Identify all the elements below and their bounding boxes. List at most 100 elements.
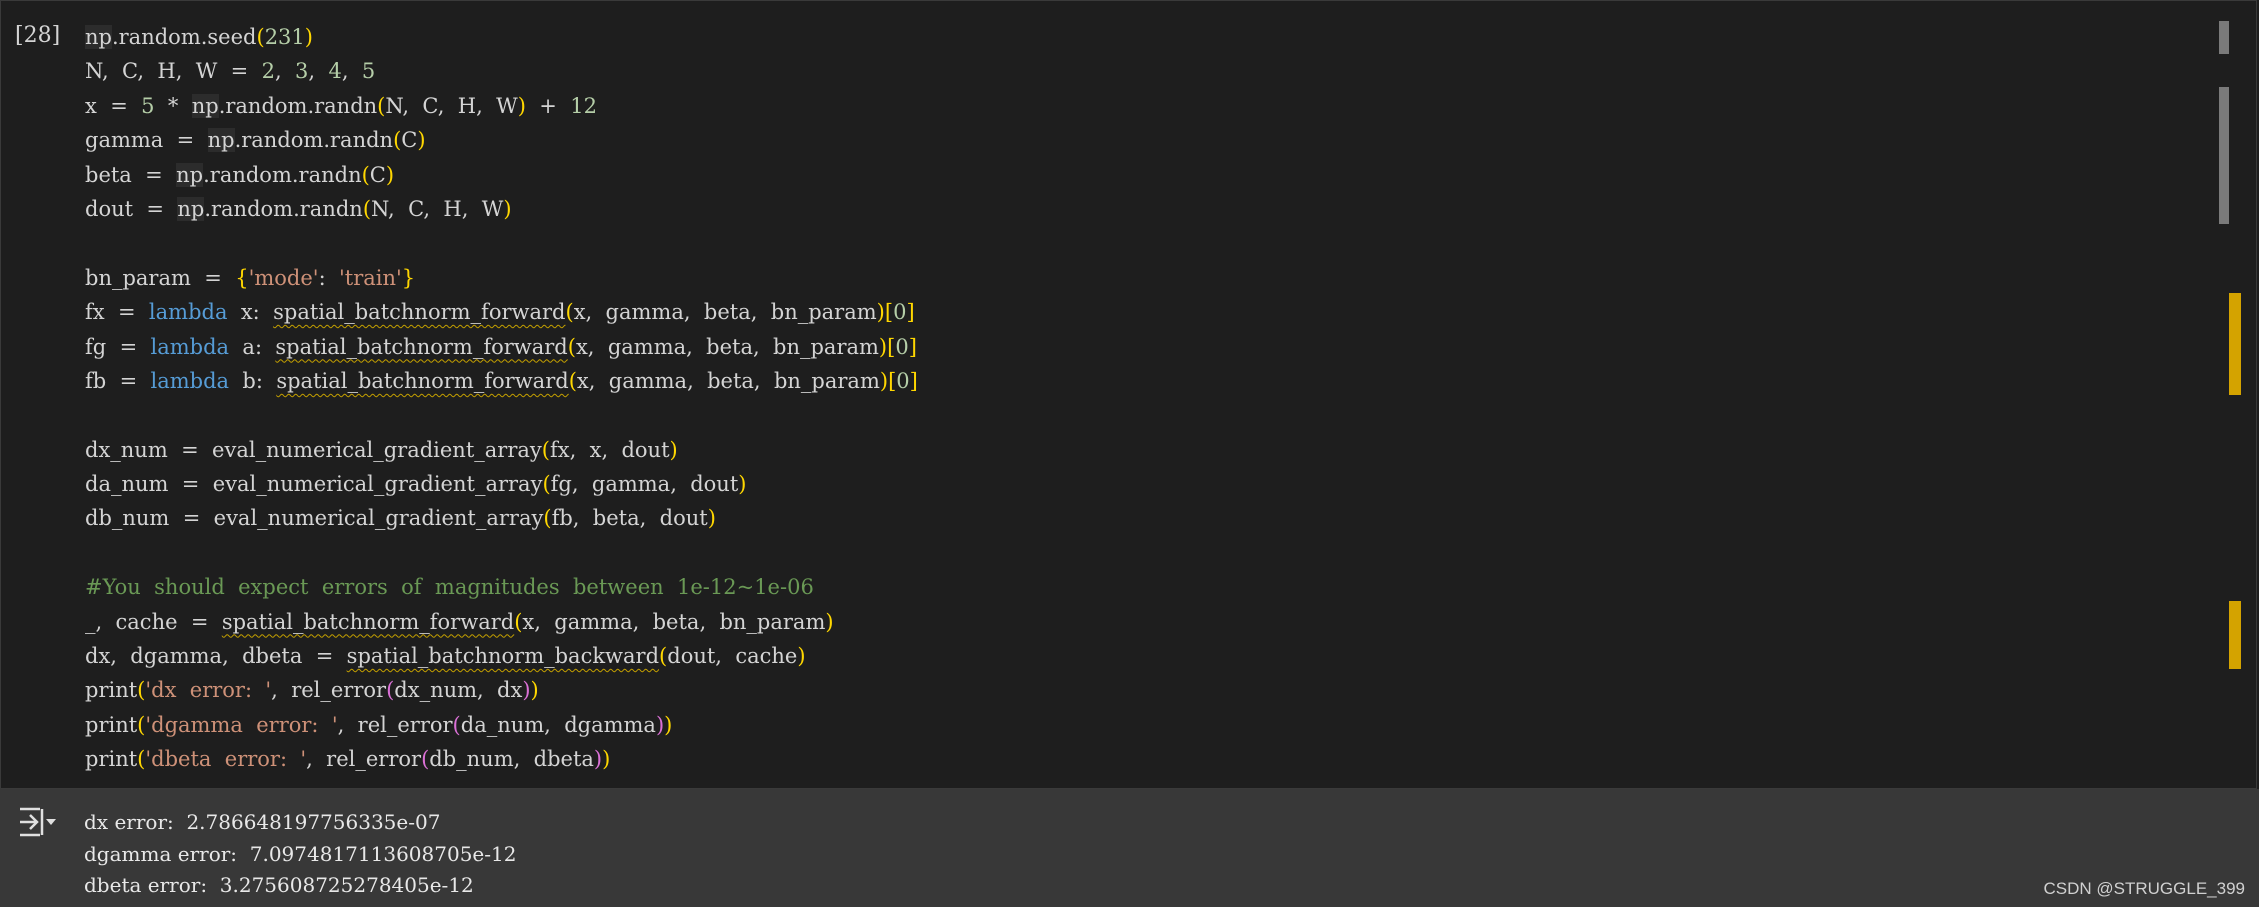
code-token: a: (229, 334, 276, 359)
code-token: fg = (85, 334, 151, 359)
code-token: x: (227, 300, 274, 325)
code-token: spatial_batchnorm_forward (273, 300, 566, 325)
code-token: fg, gamma, dout (550, 472, 739, 497)
code-token: ) (522, 678, 531, 703)
code-token: fb = (85, 368, 151, 393)
code-token: ( (567, 334, 576, 359)
code-token: .random.randn (218, 93, 378, 118)
code-line[interactable]: fx = lambda x: spatial_batchnorm_forward… (85, 295, 918, 329)
code-token: .random.randn (204, 196, 363, 221)
code-token: np (207, 128, 235, 153)
code-line[interactable]: print('dgamma error: ', rel_error(da_num… (85, 708, 918, 742)
code-line[interactable]: fg = lambda a: spatial_batchnorm_forward… (85, 330, 918, 364)
code-token: , (308, 59, 329, 84)
code-token: ( (568, 368, 577, 393)
output-area: dx error: 2.786648197756335e-07 dgamma er… (0, 789, 2259, 907)
code-token: dx_num = eval_numerical_gradient_array (85, 437, 542, 462)
code-editor[interactable]: np.random.seed(231) N, C, H, W = 2, 3, 4,… (85, 20, 918, 777)
code-token: ( (565, 300, 574, 325)
code-line[interactable]: gamma = np.random.randn(C) (85, 123, 918, 157)
code-line[interactable]: da_num = eval_numerical_gradient_array(f… (85, 467, 918, 501)
code-line[interactable]: print('dbeta error: ', rel_error(db_num,… (85, 742, 918, 776)
output-text: dx error: 2.786648197756335e-07 dgamma er… (84, 807, 516, 902)
code-token: 'dx error: ' (145, 678, 272, 703)
scrollbar-thumb-main[interactable] (2219, 87, 2229, 224)
code-token: 5 (361, 59, 376, 84)
code-token: print (85, 678, 138, 703)
code-line[interactable]: db_num = eval_numerical_gradient_array(f… (85, 501, 918, 535)
code-token: ( (362, 196, 372, 221)
code-token: N, C, H, W = (85, 59, 262, 84)
code-line[interactable]: _, cache = spatial_batchnorm_forward(x, … (85, 605, 918, 639)
warning-marker (2229, 601, 2241, 669)
code-token: 'mode' (248, 265, 319, 290)
output-line: dbeta error: 3.275608725278405e-12 (84, 873, 474, 897)
code-token: np (176, 162, 204, 187)
code-token: .random.randn (203, 162, 362, 187)
code-token: ( (543, 506, 552, 531)
code-token: np (191, 93, 219, 118)
code-token: ( (361, 162, 370, 187)
code-line[interactable]: beta = np.random.randn(C) (85, 158, 918, 192)
code-token: fx = (85, 300, 149, 325)
code-token: x, gamma, beta, bn_param (575, 334, 879, 359)
code-line[interactable]: dx, dgamma, dbeta = spatial_batchnorm_ba… (85, 639, 918, 673)
code-token: print (85, 712, 138, 737)
output-clear-icon[interactable] (18, 805, 58, 843)
code-token: ) (825, 609, 834, 634)
code-token: dx_num, dx (394, 678, 523, 703)
code-line[interactable] (85, 226, 918, 260)
scrollbar-thumb[interactable] (2219, 21, 2229, 54)
code-token: 3 (295, 59, 309, 84)
code-token: ) (602, 747, 611, 772)
code-token: da_num = eval_numerical_gradient_array (85, 472, 543, 497)
code-token: ) (707, 506, 716, 531)
code-token: x, gamma, beta, bn_param (522, 609, 826, 634)
code-token: ] (906, 300, 915, 325)
code-token: [ (884, 300, 894, 325)
code-token: , rel_error (306, 747, 422, 772)
output-line: dgamma error: 7.0974817113608705e-12 (84, 841, 517, 866)
code-line[interactable]: N, C, H, W = 2, 3, 4, 5 (85, 54, 918, 88)
code-token: ) (878, 334, 888, 359)
code-token: ( (452, 712, 461, 737)
code-token: x = (85, 93, 142, 118)
code-cell[interactable]: [28] np.random.seed(231) N, C, H, W = 2, … (0, 0, 2257, 789)
code-line[interactable]: fb = lambda b: spatial_batchnorm_forward… (85, 364, 918, 398)
code-token: C (369, 162, 386, 187)
code-line[interactable] (85, 536, 918, 570)
code-token: db_num, dbeta (429, 747, 594, 772)
code-token: ) (385, 162, 395, 187)
code-token: ) (879, 368, 889, 393)
code-token: lambda (148, 300, 228, 325)
code-token: ( (542, 472, 551, 497)
code-token: dx, dgamma, dbeta = (85, 644, 347, 669)
code-token: C (401, 128, 418, 153)
code-line[interactable] (85, 398, 918, 432)
code-token: ) (655, 712, 665, 737)
code-token: spatial_batchnorm_forward (275, 334, 568, 359)
code-token: ( (541, 437, 550, 462)
code-line[interactable]: dx_num = eval_numerical_gradient_array(f… (85, 433, 918, 467)
code-token: , rel_error (337, 712, 453, 737)
code-token: ) (797, 644, 806, 669)
code-line[interactable]: print('dx error: ', rel_error(dx_num, dx… (85, 673, 918, 707)
code-token: ( (256, 25, 265, 49)
code-line[interactable]: x = 5 * np.random.randn(N, C, H, W) + 12 (85, 89, 918, 123)
code-token: ) (738, 472, 747, 497)
code-line[interactable]: np.random.seed(231) (85, 20, 918, 54)
code-token: , (275, 59, 296, 84)
code-line[interactable]: #You should expect errors of magnitudes … (85, 570, 918, 604)
code-token: 2 (261, 59, 275, 84)
code-token: 'train' (339, 265, 402, 290)
code-token: 5 (141, 93, 155, 118)
code-token: ] (909, 368, 918, 393)
code-token: ) (517, 93, 526, 118)
code-line[interactable]: bn_param = {'mode': 'train'} (85, 261, 918, 295)
code-token: dout, cache (667, 644, 798, 669)
code-token: + (525, 93, 571, 118)
code-token: np (85, 25, 112, 49)
code-token: beta = (85, 162, 177, 187)
output-line: dx error: 2.786648197756335e-07 (84, 810, 441, 834)
code-line[interactable]: dout = np.random.randn(N, C, H, W) (85, 192, 918, 226)
